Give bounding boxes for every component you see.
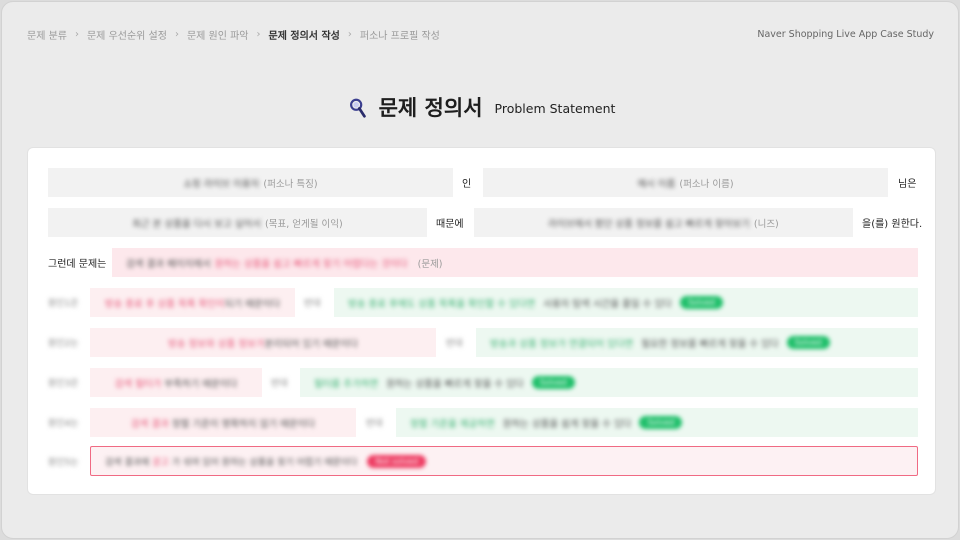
- solution-3-status-badge: Solved: [531, 376, 575, 389]
- solution-2-field[interactable]: 방송과 상품 정보가 연결되어 있다면 필요한 정보를 빠르게 찾을 수 있다 …: [476, 328, 918, 357]
- page-title-en: Problem Statement: [494, 101, 616, 116]
- cause-2-because: 반대: [446, 339, 463, 349]
- page-title-ko: 문제 정의서: [378, 96, 483, 120]
- solution-4-highlight: 정렬 기준을 제공하면: [410, 418, 495, 430]
- persona-name-value: 예시 이름: [637, 178, 676, 190]
- cause-4-field[interactable]: 검색 결과 정렬 기준이 명확하지 않기 때문이다: [90, 408, 356, 437]
- goal-value: 최근 본 상품을 다시 보고 싶어서: [132, 218, 262, 230]
- solution-2-status-badge: Solved: [786, 336, 830, 349]
- solution-1-field[interactable]: 방송 종료 후에도 상품 목록을 확인할 수 있다면 사용자 탐색 시간을 줄일…: [334, 288, 918, 317]
- breadcrumb-item-4[interactable]: 문제 정의서 작성: [269, 27, 340, 42]
- cause-5-status-badge: Not solved: [367, 454, 427, 468]
- chevron-right-icon: ›: [174, 28, 179, 40]
- breadcrumb-item-2[interactable]: 문제 우선순위 설정: [87, 27, 167, 42]
- persona-feature-field[interactable]: 쇼핑 라이브 이용자 (퍼소나 특징): [48, 168, 453, 197]
- cause-5-prefix: 검색 결과에: [105, 457, 150, 468]
- solution-1-highlight: 방송 종료 후에도 상품 목록을 확인할 수 있다면: [348, 298, 536, 310]
- cause-3-because: 반대: [271, 379, 288, 389]
- cause-1-tail: 되기 때문이다: [224, 298, 281, 310]
- solution-3-tail: 원하는 상품을 빠르게 찾을 수 있다: [386, 378, 524, 390]
- cause-5-label: 원인5는: [48, 457, 79, 468]
- suffix-want: 을(를) 원한다.: [862, 219, 923, 230]
- need-placeholder: (니즈): [753, 218, 779, 230]
- suffix-nim: 님은: [898, 179, 917, 190]
- cause-2-highlight: 방송 정보와 상품 정보가: [168, 338, 265, 350]
- breadcrumb-item-3[interactable]: 문제 원인 파악: [187, 27, 249, 42]
- cause-1-highlight: 방송 종료 후 상품 목록 확인이: [104, 298, 225, 310]
- cause-2-label: 원인2는: [48, 339, 79, 349]
- solution-4-field[interactable]: 정렬 기준을 제공하면 원하는 상품을 쉽게 찾을 수 있다 Solved: [396, 408, 918, 437]
- cause-2-field[interactable]: 방송 정보와 상품 정보가 분리되어 있기 때문이다: [90, 328, 436, 357]
- cause-1-because: 반대: [304, 299, 321, 309]
- persona-feature-placeholder: (퍼소나 특징): [263, 178, 318, 190]
- cause-4-because: 반대: [366, 419, 383, 429]
- cause-4-tail: 정렬 기준이 명확하지 않기 때문이다: [171, 418, 316, 430]
- solution-4-status-badge: Solved: [639, 416, 683, 429]
- cause-3-field[interactable]: 검색 필터가 부족하기 때문이다: [90, 368, 262, 397]
- cause-5-highlight: 광고: [152, 457, 169, 468]
- problem-placeholder: (문제): [417, 258, 443, 270]
- page-title: 문제 정의서 Problem Statement: [2, 92, 958, 122]
- solution-3-field[interactable]: 필터를 추가하면 원하는 상품을 빠르게 찾을 수 있다 Solved: [300, 368, 918, 397]
- problem-field[interactable]: 검색 결과 페이지에서 원하는 상품을 쉽고 빠르게 찾기 어렵다는 것이다 (…: [112, 248, 918, 277]
- connector-in: 인: [462, 179, 472, 190]
- goal-field[interactable]: 최근 본 상품을 다시 보고 싶어서 (목표, 얻게될 이익): [48, 208, 427, 237]
- breadcrumb: 문제 분류 › 문제 우선순위 설정 › 문제 원인 파악 › 문제 정의서 작…: [27, 27, 440, 42]
- solution-1-tail: 사용자 탐색 시간을 줄일 수 있다: [543, 298, 672, 310]
- cause-1-field[interactable]: 방송 종료 후 상품 목록 확인이 되기 때문이다: [90, 288, 295, 317]
- persona-feature-value: 쇼핑 라이브 이용자: [183, 178, 260, 190]
- cause-3-tail: 부족하기 때문이다: [164, 378, 238, 390]
- need-field[interactable]: 라이브에서 봤던 상품 정보를 쉽고 빠르게 찾아보기 (니즈): [474, 208, 853, 237]
- solution-4-tail: 원하는 상품을 쉽게 찾을 수 있다: [502, 418, 632, 430]
- cause-4-label: 원인4는: [48, 419, 79, 429]
- problem-value-prefix: 검색 결과 페이지에서: [126, 258, 211, 270]
- chevron-right-icon: ›: [347, 28, 352, 40]
- cause-2-tail: 분리되어 있기 때문이다: [264, 338, 358, 350]
- solution-3-highlight: 필터를 추가하면: [314, 378, 379, 390]
- problem-value-highlight: 원하는 상품을 쉽고 빠르게 찾기 어렵다는 것이다: [214, 258, 408, 270]
- cause-5-field[interactable]: 검색 결과에 광고 가 섞여 있어 원하는 상품을 찾기 어렵기 때문이다 No…: [90, 446, 918, 476]
- problem-label: 그런데 문제는: [48, 259, 107, 270]
- cause-3-label: 원인3은: [48, 379, 79, 389]
- solution-2-highlight: 방송과 상품 정보가 연결되어 있다면: [490, 338, 634, 350]
- goal-placeholder: (목표, 얻게될 이익): [265, 218, 343, 230]
- persona-name-field[interactable]: 예시 이름 (퍼소나 이름): [483, 168, 888, 197]
- cause-1-label: 원인1은: [48, 299, 79, 309]
- solution-1-status-badge: Solved: [679, 296, 723, 309]
- app-frame: 문제 분류 › 문제 우선순위 설정 › 문제 원인 파악 › 문제 정의서 작…: [1, 1, 959, 539]
- breadcrumb-item-5[interactable]: 퍼소나 프로필 작성: [360, 27, 440, 42]
- problem-statement-card: 쇼핑 라이브 이용자 (퍼소나 특징) 인 예시 이름 (퍼소나 이름) 님은 …: [27, 147, 936, 495]
- need-value: 라이브에서 봤던 상품 정보를 쉽고 빠르게 찾아보기: [548, 218, 750, 230]
- solution-2-tail: 필요한 정보를 빠르게 찾을 수 있다: [641, 338, 779, 350]
- cause-5-tail: 가 섞여 있어 원하는 상품을 찾기 어렵기 때문이다: [171, 457, 358, 468]
- breadcrumb-item-1[interactable]: 문제 분류: [27, 27, 67, 42]
- persona-name-placeholder: (퍼소나 이름): [679, 178, 734, 190]
- chevron-right-icon: ›: [74, 28, 79, 40]
- chevron-right-icon: ›: [256, 28, 261, 40]
- cause-3-highlight: 검색 필터가: [114, 378, 162, 390]
- brand-label: Naver Shopping Live App Case Study: [757, 28, 934, 40]
- connector-because: 때문에: [436, 219, 464, 230]
- cause-4-highlight: 검색 결과: [130, 418, 169, 430]
- magnifier-icon: [349, 98, 366, 118]
